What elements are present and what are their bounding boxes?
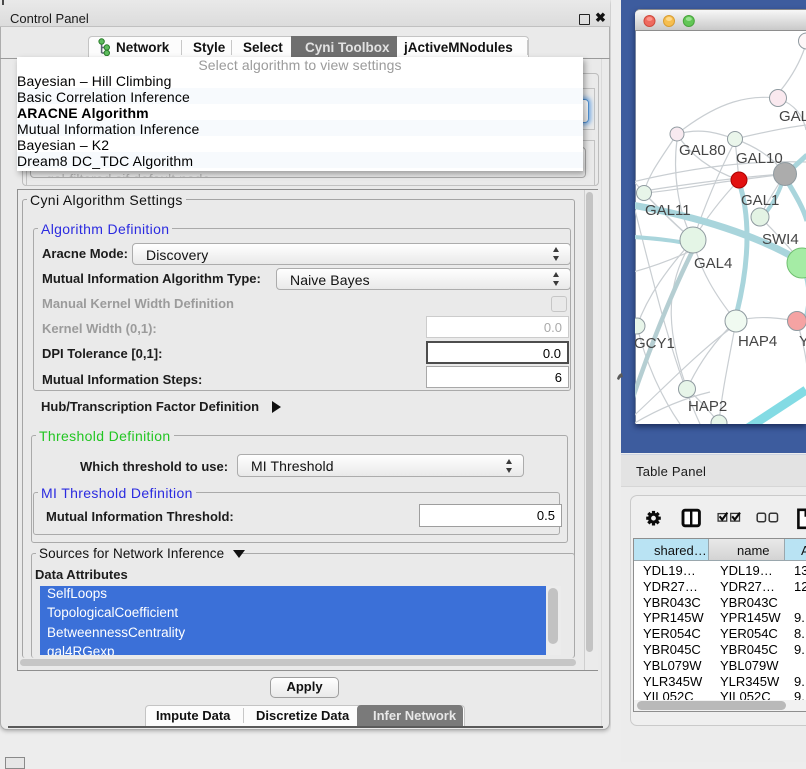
svg-text:Y: Y <box>799 333 806 350</box>
svg-text:GAL11: GAL11 <box>645 202 691 219</box>
svg-text:HAP4: HAP4 <box>738 333 777 350</box>
svg-text:GAL: GAL <box>779 108 806 125</box>
svg-text:GAL10: GAL10 <box>736 150 783 167</box>
svg-text:SWI4: SWI4 <box>762 231 799 248</box>
svg-text:GAL4: GAL4 <box>694 255 732 272</box>
svg-text:GCY1: GCY1 <box>635 335 675 352</box>
svg-text:GAL80: GAL80 <box>679 142 726 159</box>
svg-text:GAL1: GAL1 <box>741 192 779 209</box>
svg-text:HAP2: HAP2 <box>688 398 727 415</box>
